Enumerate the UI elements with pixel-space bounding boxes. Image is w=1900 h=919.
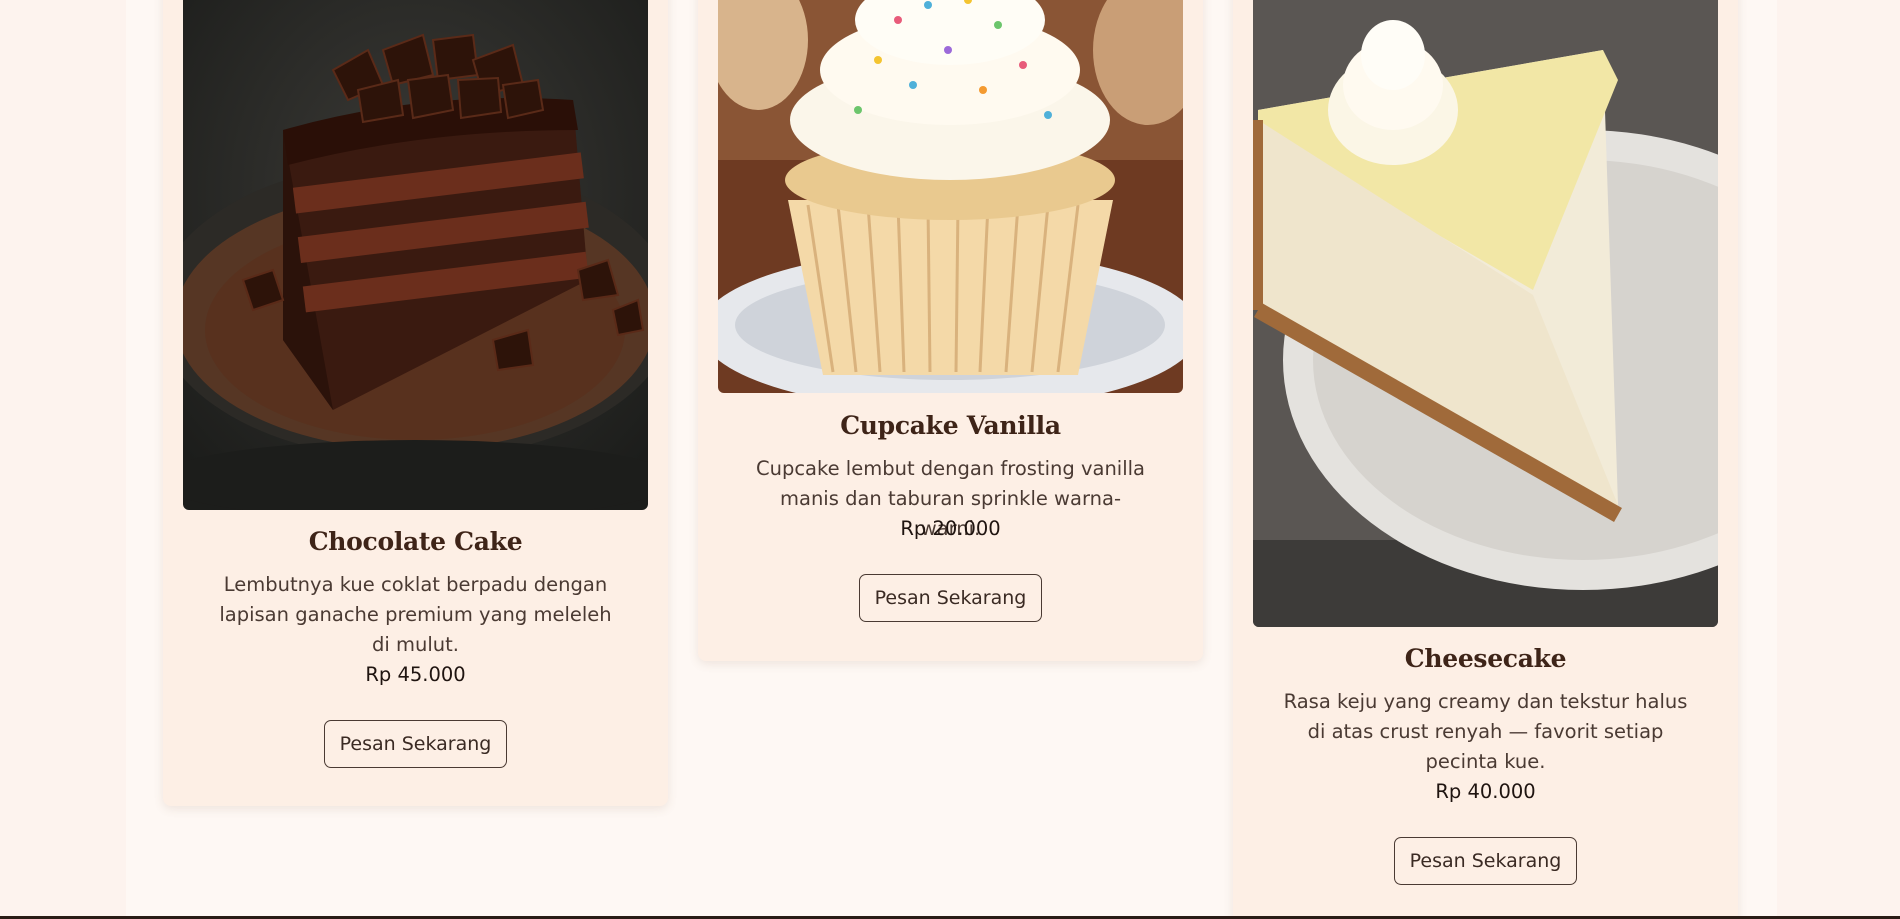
product-description: Rasa keju yang creamy dan tekstur halus … <box>1283 690 1688 773</box>
order-button[interactable]: Pesan Sekarang <box>1394 837 1577 885</box>
product-card-cheesecake: Cheesecake Rasa keju yang creamy dan tek… <box>1233 0 1738 919</box>
cheesecake-image <box>1253 0 1718 627</box>
product-name: Cupcake Vanilla <box>840 411 1061 440</box>
product-price: Rp 40.000 <box>1435 780 1536 803</box>
cupcake-image <box>718 0 1183 393</box>
order-button[interactable]: Pesan Sekarang <box>859 574 1042 622</box>
product-card-chocolate-cake: Chocolate Cake Lembutnya kue coklat berp… <box>163 0 668 806</box>
order-button[interactable]: Pesan Sekarang <box>324 720 507 768</box>
chocolate-cake-image <box>183 0 648 510</box>
product-price: Rp 20.000 <box>900 517 1001 540</box>
product-price: Rp 45.000 <box>365 663 466 686</box>
product-card-cupcake-vanilla: Cupcake Vanilla Cupcake lembut dengan fr… <box>698 0 1203 661</box>
product-description: Lembutnya kue coklat berpadu dengan lapi… <box>219 573 612 656</box>
product-name: Chocolate Cake <box>308 527 523 556</box>
product-name: Cheesecake <box>1404 644 1567 673</box>
